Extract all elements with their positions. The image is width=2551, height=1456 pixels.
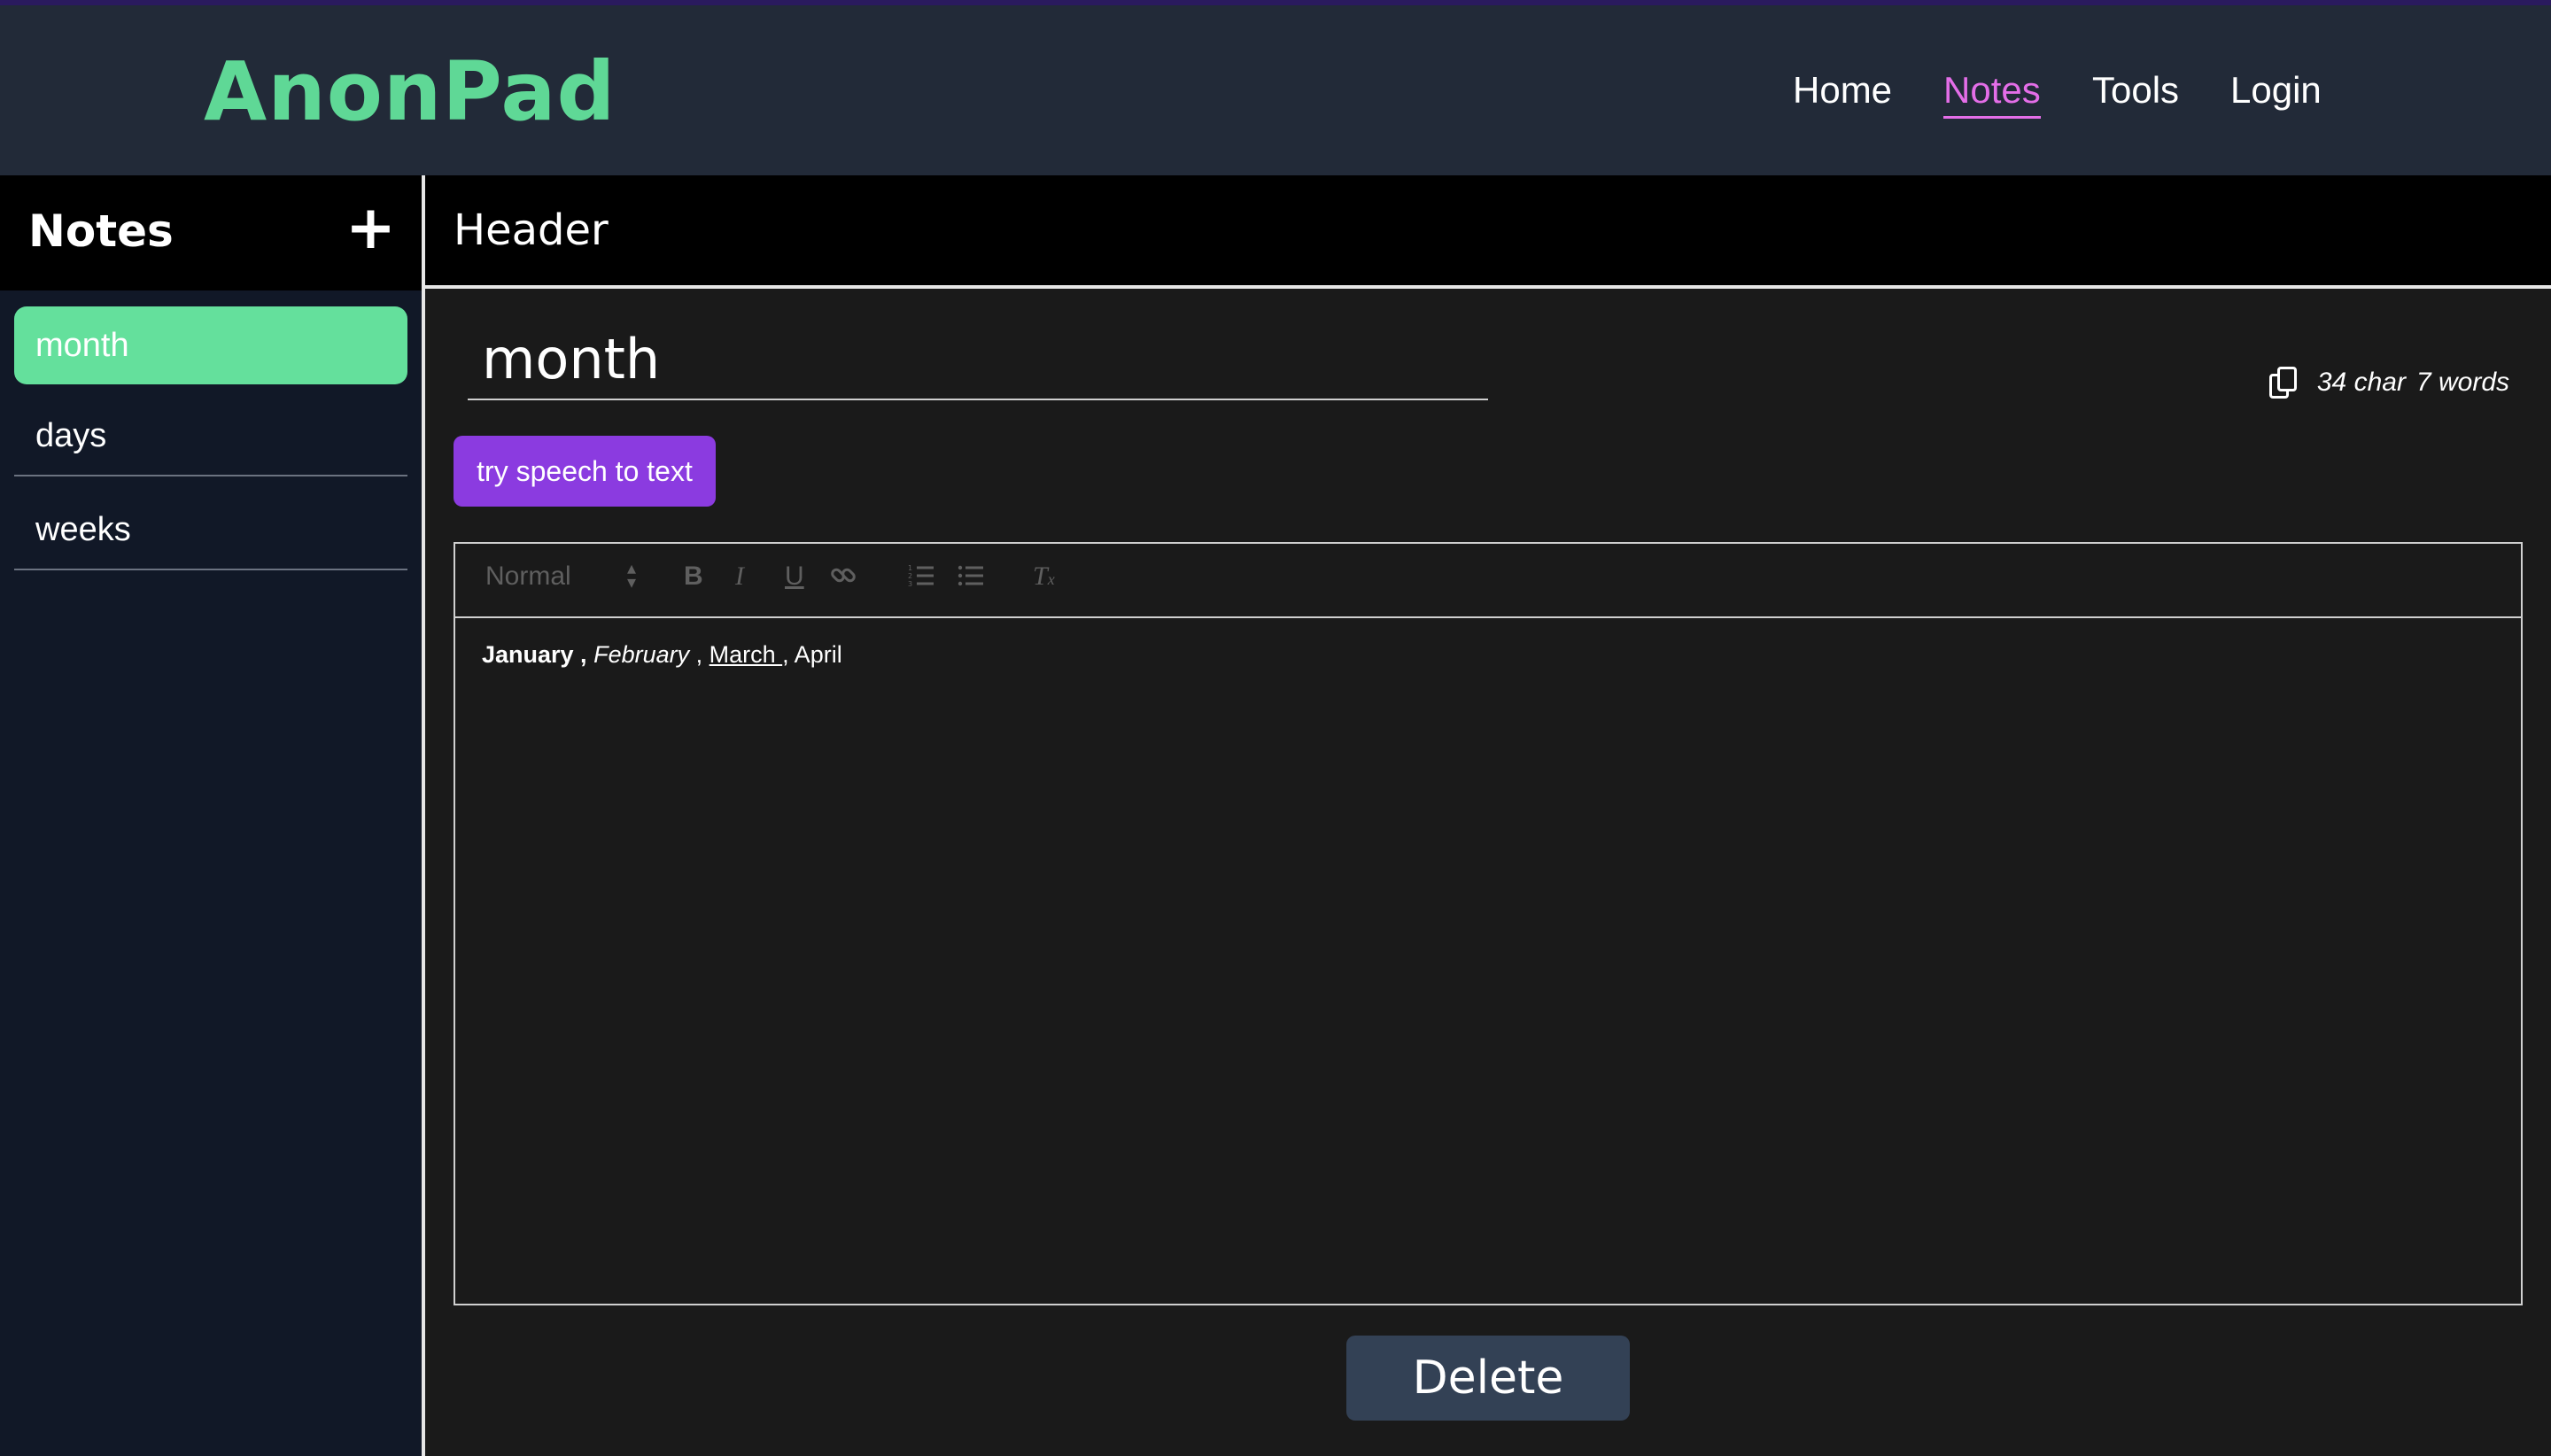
note-item-days[interactable]: days [14, 397, 407, 476]
app-logo[interactable]: AnonPad [204, 44, 616, 139]
editor-toolbar: Normal ▴ ▾ B I U 123 Tx [455, 544, 2521, 618]
navbar: AnonPad Home Notes Tools Login [0, 5, 2551, 175]
editor-content[interactable]: January , February , March , April [482, 641, 842, 669]
italic-icon[interactable]: I [735, 561, 744, 592]
add-note-button[interactable]: + [345, 198, 396, 259]
content-plain: , April [782, 641, 842, 668]
svg-text:3: 3 [908, 580, 912, 588]
speech-to-text-button[interactable]: try speech to text [454, 436, 716, 507]
note-item-weeks[interactable]: weeks [14, 491, 407, 570]
underline-icon[interactable]: U [785, 561, 804, 592]
char-count: 34 char [2316, 368, 2406, 397]
svg-text:2: 2 [908, 572, 912, 580]
word-count: 7 words [2415, 368, 2509, 397]
format-select-value: Normal [485, 561, 571, 591]
bullet-list-icon[interactable] [957, 561, 985, 597]
nav-login[interactable]: Login [2230, 69, 2322, 112]
clear-format-icon[interactable]: Tx [1033, 561, 1055, 592]
rich-text-editor: Normal ▴ ▾ B I U 123 Tx January , Februar… [454, 542, 2523, 1305]
content-underline: March [709, 641, 783, 668]
format-select[interactable]: Normal ▴ ▾ [485, 559, 636, 592]
note-title-input[interactable] [468, 319, 1488, 400]
content-bold: January , [482, 641, 587, 668]
sidebar-divider [422, 175, 425, 1456]
copy-icon[interactable] [2268, 367, 2298, 399]
select-arrows-icon: ▴ ▾ [626, 559, 636, 592]
main-header-bar: Header [425, 175, 2551, 289]
note-item-month[interactable]: month [14, 306, 407, 384]
sidebar-title: Notes [28, 205, 174, 257]
nav-home[interactable]: Home [1793, 69, 1892, 112]
nav-tools[interactable]: Tools [2092, 69, 2179, 112]
link-icon[interactable] [829, 561, 857, 597]
sidebar-header: Notes + [0, 175, 422, 290]
bold-icon[interactable]: B [684, 561, 703, 592]
notes-sidebar: Notes + month days weeks [0, 175, 422, 1456]
content-separator: , [689, 641, 709, 668]
delete-button[interactable]: Delete [1346, 1336, 1630, 1421]
main-header-title: Header [454, 205, 609, 255]
svg-text:1: 1 [908, 564, 912, 572]
content-italic: February [593, 641, 690, 668]
nav-notes[interactable]: Notes [1943, 69, 2041, 119]
note-stats: 34 char 7 words [2268, 367, 2509, 399]
ordered-list-icon[interactable]: 123 [907, 561, 935, 597]
